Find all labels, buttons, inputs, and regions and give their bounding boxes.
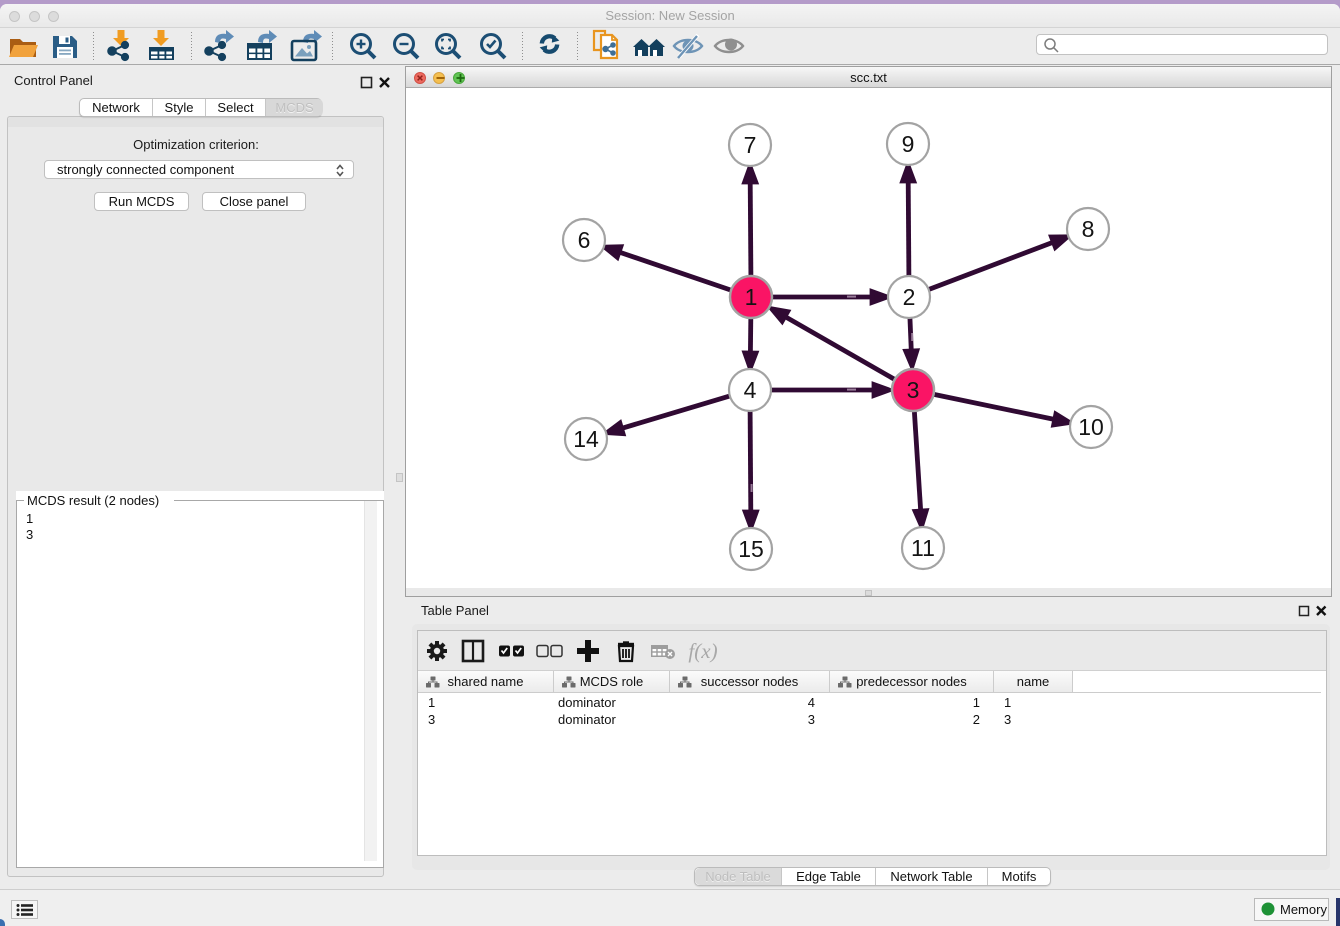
svg-text:f(x): f(x) xyxy=(688,639,717,663)
svg-text:Memory: Memory xyxy=(1280,902,1327,917)
svg-text:15: 15 xyxy=(738,536,764,562)
svg-text:6: 6 xyxy=(578,227,591,253)
svg-text:2: 2 xyxy=(903,284,916,310)
svg-text:9: 9 xyxy=(902,131,915,157)
svg-text:7: 7 xyxy=(744,132,757,158)
svg-text:4: 4 xyxy=(744,377,757,403)
svg-text:1: 1 xyxy=(745,284,758,310)
svg-text:14: 14 xyxy=(573,426,599,452)
svg-text:11: 11 xyxy=(911,535,935,561)
svg-text:8: 8 xyxy=(1082,216,1095,242)
svg-text:3: 3 xyxy=(907,377,920,403)
svg-text:10: 10 xyxy=(1078,414,1104,440)
